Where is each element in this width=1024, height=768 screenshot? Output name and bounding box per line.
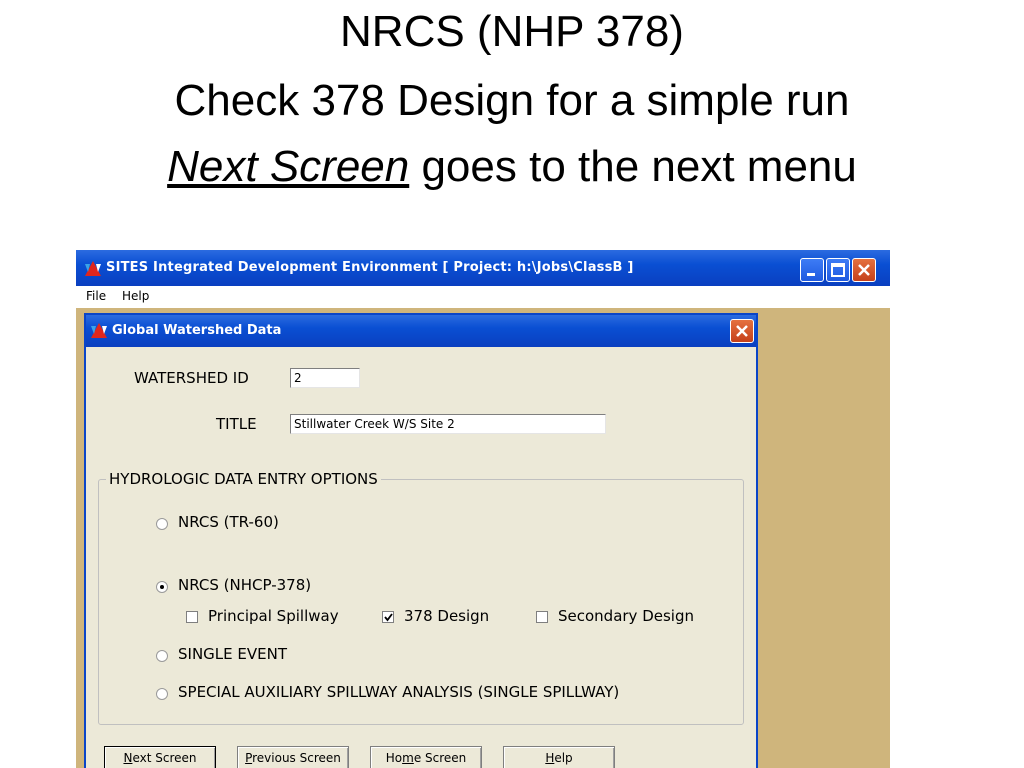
home-screen-label: e Screen [413,751,467,765]
maximize-icon [831,263,845,277]
help-button[interactable]: Help [503,746,615,768]
radio-tr60-label[interactable]: NRCS (TR-60) [178,513,279,531]
sites-app-window: SITES Integrated Development Environment… [76,250,890,768]
dialog-title-bar[interactable]: Global Watershed Data [86,315,756,347]
watershed-id-input[interactable]: 2 [290,368,360,388]
slide-title-line1: NRCS (NHP 378) [340,7,684,56]
slide-title: NRCS (NHP 378) Check 378 Design for a si… [0,0,1024,240]
radio-special-auxiliary-label[interactable]: SPECIAL AUXILIARY SPILLWAY ANALYSIS (SIN… [178,683,619,701]
previous-screen-label: revious Screen [252,751,341,765]
dialog-close-button[interactable] [730,319,754,343]
app-title: SITES Integrated Development Environment… [106,260,634,275]
home-screen-mnemonic: m [402,751,414,765]
next-screen-button[interactable]: Next Screen [104,746,216,768]
help-mnemonic: H [545,751,555,765]
slide-title-line3: Next Screen goes to the next menu [0,137,1024,197]
app-close-button[interactable] [852,258,876,282]
radio-nhcp378[interactable] [156,581,168,593]
checkbox-378-design[interactable] [382,611,394,623]
app-title-bar[interactable]: SITES Integrated Development Environment… [76,250,890,286]
close-icon [858,264,870,276]
home-screen-button[interactable]: Home Screen [370,746,482,768]
slide-title-rest: goes to the next menu [409,142,857,191]
menu-help[interactable]: Help [122,289,149,303]
watershed-id-label: WATERSHED ID [134,369,249,387]
minimize-button[interactable] [800,258,824,282]
hydrologic-options-legend: HYDROLOGIC DATA ENTRY OPTIONS [106,470,381,488]
previous-screen-button[interactable]: Previous Screen [237,746,349,768]
radio-special-auxiliary[interactable] [156,688,168,700]
checkmark-icon [384,613,393,622]
sites-app-icon [91,323,107,338]
checkbox-principal-spillway-label[interactable]: Principal Spillway [208,607,339,625]
minimize-icon [807,273,815,276]
menu-bar: File Help [76,286,890,308]
slide-title-emphasis: Next Screen [167,142,410,191]
slide-title-line2: Check 378 Design for a simple run [174,76,850,125]
checkbox-secondary-design[interactable] [536,611,548,623]
checkbox-secondary-design-label[interactable]: Secondary Design [558,607,694,625]
dialog-title: Global Watershed Data [112,323,282,338]
checkbox-principal-spillway[interactable] [186,611,198,623]
title-label: TITLE [216,415,257,433]
checkbox-378-design-label[interactable]: 378 Design [404,607,489,625]
home-screen-label-pre: Ho [385,751,403,765]
sites-app-icon [85,261,101,276]
maximize-button[interactable] [826,258,850,282]
radio-nhcp378-label[interactable]: NRCS (NHCP-378) [178,576,311,594]
global-watershed-dialog: Global Watershed Data WATERSHED ID 2 TIT… [84,313,758,768]
next-screen-label: ext Screen [132,751,197,765]
menu-file[interactable]: File [86,289,106,303]
help-label: elp [554,751,573,765]
radio-single-event[interactable] [156,650,168,662]
title-input[interactable]: Stillwater Creek W/S Site 2 [290,414,606,434]
radio-tr60[interactable] [156,518,168,530]
radio-single-event-label[interactable]: SINGLE EVENT [178,645,287,663]
close-icon [736,325,748,337]
